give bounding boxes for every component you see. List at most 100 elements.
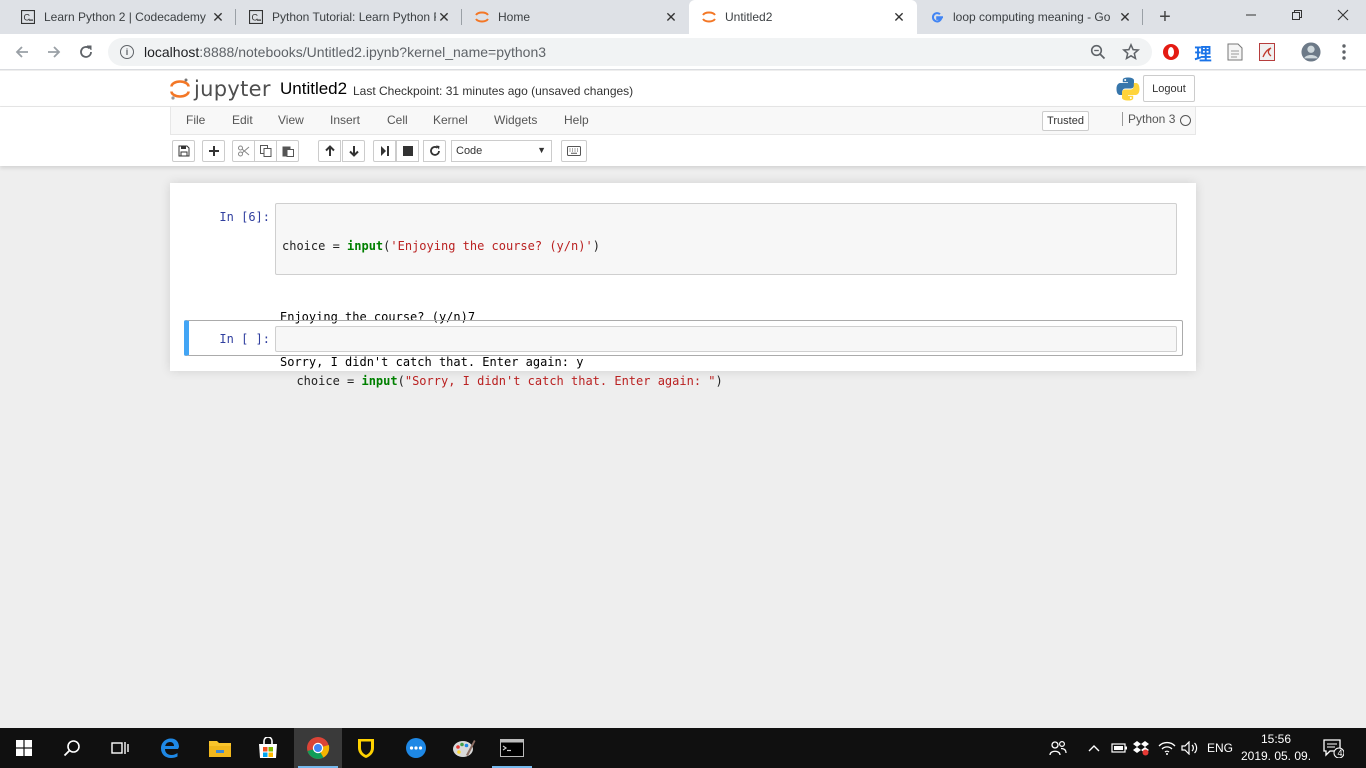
tab-python-tutorial[interactable]: C Python Tutorial: Learn Python F ✕ <box>236 0 462 34</box>
reload-icon <box>80 45 92 58</box>
logout-button[interactable]: Logout <box>1143 75 1195 102</box>
close-window-button[interactable] <box>1320 0 1366 30</box>
chevron-up-icon[interactable] <box>1088 728 1100 768</box>
windows-start-icon[interactable] <box>0 728 48 768</box>
paste-button[interactable] <box>276 140 299 162</box>
bookmark-star-icon[interactable] <box>1121 42 1141 62</box>
codecademy-icon: C <box>20 9 36 25</box>
back-arrow-icon <box>15 46 28 58</box>
edge-icon[interactable] <box>146 728 194 768</box>
task-view-icon[interactable] <box>96 728 144 768</box>
restart-button[interactable] <box>423 140 446 162</box>
restart-icon <box>429 145 440 156</box>
tab-title: Python Tutorial: Learn Python F <box>272 10 436 24</box>
trusted-indicator[interactable]: Trusted <box>1042 111 1089 131</box>
tab-google-search[interactable]: loop computing meaning - Go ✕ <box>917 0 1143 34</box>
people-icon[interactable] <box>1049 728 1067 768</box>
checkpoint-status: Last Checkpoint: 31 minutes ago (unsaved… <box>353 84 634 98</box>
python-logo-icon <box>1115 76 1141 102</box>
close-icon[interactable]: ✕ <box>663 9 679 25</box>
dropbox-icon[interactable] <box>1133 728 1149 768</box>
tab-title: Learn Python 2 | Codecademy <box>44 10 206 24</box>
document-extension-icon[interactable] <box>1225 42 1245 62</box>
run-button[interactable] <box>373 140 396 162</box>
forward-button[interactable] <box>42 40 66 64</box>
close-icon[interactable]: ✕ <box>436 9 452 25</box>
windows-taskbar: ENG 15:56 2019. 05. 09. 4 <box>0 728 1366 768</box>
forward-arrow-icon <box>48 46 61 58</box>
output-line: Sorry, I didn't catch that. Enter again:… <box>280 355 584 369</box>
save-button[interactable] <box>172 140 195 162</box>
tab-codecademy-learn-python[interactable]: C Learn Python 2 | Codecademy ✕ <box>8 0 236 34</box>
code-line: choice = input('Enjoying the course? (y/… <box>282 239 600 253</box>
code-cell-input-empty[interactable] <box>275 326 1177 352</box>
jupyter-icon <box>474 9 490 25</box>
cell-type-select[interactable]: Code ▼ <box>451 140 552 162</box>
menu-help[interactable]: Help <box>564 113 589 127</box>
notification-count: 4 <box>1337 748 1343 758</box>
cut-button[interactable] <box>232 140 255 162</box>
pdf-extension-icon[interactable] <box>1257 42 1277 62</box>
battery-plug-icon[interactable] <box>1110 728 1128 768</box>
address-bar[interactable]: i localhost:8888/notebooks/Untitled2.ipy… <box>108 38 1152 66</box>
volume-icon[interactable] <box>1181 728 1199 768</box>
close-icon[interactable]: ✕ <box>210 9 226 25</box>
scissors-icon <box>237 145 249 157</box>
more-menu-icon[interactable] <box>1334 42 1354 62</box>
new-tab-button[interactable]: + <box>1154 6 1176 28</box>
paint-icon[interactable] <box>440 728 488 768</box>
command-palette-button[interactable] <box>561 140 587 162</box>
menu-edit[interactable]: Edit <box>232 113 253 127</box>
tab-jupyter-home[interactable]: Home ✕ <box>462 0 689 34</box>
zoom-icon[interactable] <box>1088 42 1108 62</box>
clock[interactable]: 15:56 2019. 05. 09. <box>1240 731 1312 765</box>
menu-insert[interactable]: Insert <box>330 113 360 127</box>
move-down-button[interactable] <box>342 140 365 162</box>
store-icon[interactable] <box>244 728 292 768</box>
chrome-icon[interactable] <box>294 728 342 768</box>
cell-type-value: Code <box>456 145 483 157</box>
browser-tab-strip: C Learn Python 2 | Codecademy ✕ C Python… <box>0 0 1366 34</box>
close-icon[interactable]: ✕ <box>891 9 907 25</box>
cmd-icon[interactable] <box>488 728 536 768</box>
menu-file[interactable]: File <box>186 113 205 127</box>
norton-icon[interactable] <box>342 728 390 768</box>
kernel-status-icon <box>1180 115 1191 126</box>
reload-button[interactable] <box>74 40 98 64</box>
minimize-button[interactable] <box>1228 0 1274 30</box>
menu-view[interactable]: View <box>278 113 304 127</box>
translate-extension-icon[interactable]: 理 <box>1193 42 1213 64</box>
jupyter-logo[interactable]: jupyter <box>170 75 271 103</box>
notifications-icon[interactable]: 4 <box>1322 728 1344 768</box>
copy-button[interactable] <box>254 140 277 162</box>
minimize-icon <box>1246 14 1256 16</box>
tab-untitled2[interactable]: Untitled2 ✕ <box>689 0 917 34</box>
tab-title: Untitled2 <box>725 10 773 24</box>
restore-button[interactable] <box>1274 0 1320 30</box>
input-language[interactable]: ENG <box>1207 728 1233 768</box>
svg-text:C: C <box>24 13 31 23</box>
insert-cell-button[interactable] <box>202 140 225 162</box>
step-forward-icon <box>380 146 389 156</box>
close-icon[interactable]: ✕ <box>1117 9 1133 25</box>
wifi-icon[interactable] <box>1158 728 1176 768</box>
search-icon[interactable] <box>48 728 96 768</box>
interrupt-button[interactable] <box>396 140 419 162</box>
notebook-name[interactable]: Untitled2 <box>280 79 347 99</box>
back-button[interactable] <box>10 40 34 64</box>
profile-avatar[interactable] <box>1301 42 1321 62</box>
clock-date: 2019. 05. 09. <box>1240 749 1312 763</box>
menu-widgets[interactable]: Widgets <box>494 113 537 127</box>
notebook-container: In [6]: choice = input('Enjoying the cou… <box>170 183 1196 388</box>
info-icon[interactable]: i <box>120 45 134 59</box>
tab-title: loop computing meaning - Go <box>953 10 1111 24</box>
keyboard-icon <box>567 146 581 156</box>
messenger-icon[interactable] <box>392 728 440 768</box>
opera-adblock-icon[interactable] <box>1161 42 1181 62</box>
menu-cell[interactable]: Cell <box>387 113 408 127</box>
menu-kernel[interactable]: Kernel <box>433 113 468 127</box>
move-up-button[interactable] <box>318 140 341 162</box>
code-cell-input[interactable]: choice = input('Enjoying the course? (y/… <box>275 203 1177 388</box>
chevron-down-icon: ▼ <box>537 145 546 155</box>
file-explorer-icon[interactable] <box>196 728 244 768</box>
